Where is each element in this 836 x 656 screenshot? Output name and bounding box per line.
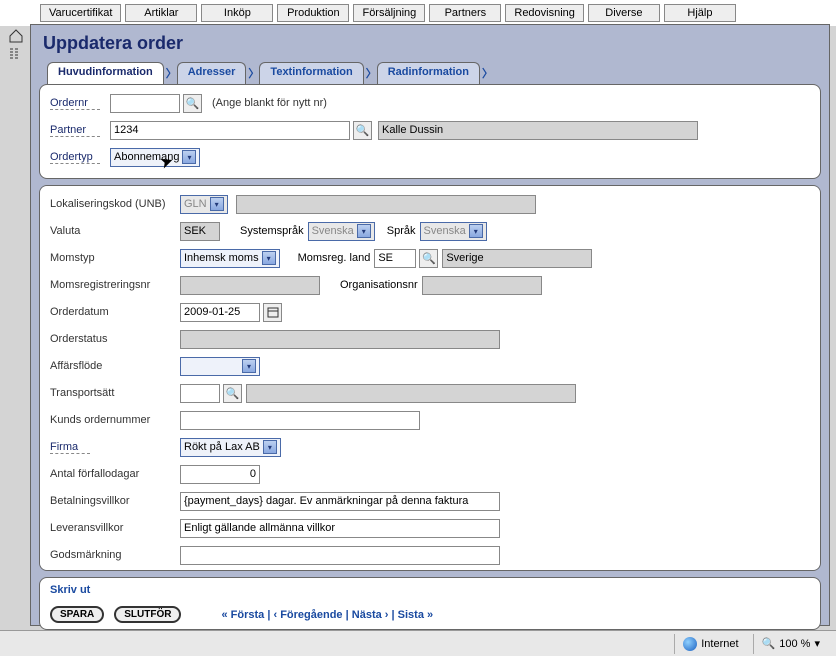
partner-input[interactable] xyxy=(110,121,350,140)
label-antal-forfallodagar: Antal förfallodagar xyxy=(50,468,180,480)
top-menu: Varucertifikat Artiklar Inköp Produktion… xyxy=(0,0,836,26)
label-affarsflode: Affärsflöde xyxy=(50,360,180,372)
valuta-field: SEK xyxy=(180,222,220,241)
chevron-down-icon: ▾ xyxy=(210,197,224,211)
nav-prev[interactable]: ‹ Föregående xyxy=(273,609,342,621)
momstyp-select[interactable]: Inhemsk moms▾ xyxy=(180,249,280,268)
transportsatt-search-icon[interactable]: 🔍 xyxy=(223,384,242,403)
status-zone-label: Internet xyxy=(701,638,738,650)
label-ordernr: Ordernr xyxy=(50,97,100,110)
menu-forsaljning[interactable]: Försäljning xyxy=(353,4,425,22)
menu-varucertifikat[interactable]: Varucertifikat xyxy=(40,4,121,22)
label-partner: Partner xyxy=(50,124,100,137)
label-momstyp: Momstyp xyxy=(50,252,180,264)
tab-bar: Huvudinformation〉 Adresser〉 Textinformat… xyxy=(31,62,829,84)
page-title: Uppdatera order xyxy=(31,33,829,62)
partner-name-field: Kalle Dussin xyxy=(378,121,698,140)
momsreg-land-search-icon[interactable]: 🔍 xyxy=(419,249,438,268)
label-momsreg-land: Momsreg. land xyxy=(298,252,371,264)
transportsatt-field xyxy=(246,384,576,403)
nav-last[interactable]: Sista » xyxy=(398,609,433,621)
label-orderstatus: Orderstatus xyxy=(50,333,180,345)
orderstatus-field xyxy=(180,330,500,349)
momsreg-land-input[interactable] xyxy=(374,249,416,268)
main-panel: Uppdatera order Huvudinformation〉 Adress… xyxy=(30,24,830,626)
ordertyp-value: Abonnemang xyxy=(114,151,179,163)
orderdatum-input[interactable] xyxy=(180,303,260,322)
nav-first[interactable]: « Första xyxy=(221,609,264,621)
label-kunds-ordernummer: Kunds ordernummer xyxy=(50,414,180,426)
transportsatt-code-input[interactable] xyxy=(180,384,220,403)
ordernr-hint: (Ange blankt för nytt nr) xyxy=(212,97,327,109)
panel-actions: Skriv ut SPARA SLUTFÖR « Första | ‹ Före… xyxy=(39,577,821,630)
chevron-down-icon: ▾ xyxy=(814,637,820,650)
kunds-ordernummer-input[interactable] xyxy=(180,411,420,430)
ordertyp-select[interactable]: Abonnemang▾ xyxy=(110,148,200,167)
label-momsregistreringsnr: Momsregistreringsnr xyxy=(50,279,180,291)
panel-details: Lokaliseringskod (UNB) GLN▾ Valuta SEK S… xyxy=(39,185,821,571)
chevron-down-icon: ▾ xyxy=(182,150,196,164)
affarsflode-select[interactable]: ▾ xyxy=(180,357,260,376)
spara-button[interactable]: SPARA xyxy=(50,606,104,623)
menu-artiklar[interactable]: Artiklar xyxy=(125,4,197,22)
tab-adresser[interactable]: Adresser xyxy=(177,62,247,84)
menu-inkop[interactable]: Inköp xyxy=(201,4,273,22)
list-icon[interactable] xyxy=(8,46,24,62)
panel-header: Ordernr 🔍 (Ange blankt för nytt nr) Part… xyxy=(39,84,821,179)
label-godsmarkning: Godsmärkning xyxy=(50,549,180,561)
slutfor-button[interactable]: SLUTFÖR xyxy=(114,606,181,623)
betalningsvillkor-input[interactable] xyxy=(180,492,500,511)
godsmarkning-input[interactable] xyxy=(180,546,500,565)
partner-search-icon[interactable]: 🔍 xyxy=(353,121,372,140)
momsregistreringsnr-field xyxy=(180,276,320,295)
calendar-icon[interactable] xyxy=(263,303,282,322)
label-ordertyp: Ordertyp xyxy=(50,151,100,164)
menu-produktion[interactable]: Produktion xyxy=(277,4,349,22)
label-transportsatt: Transportsätt xyxy=(50,387,180,399)
record-nav: « Första | ‹ Föregående | Nästa › | Sist… xyxy=(221,609,433,621)
systemsprak-select: Svenska▾ xyxy=(308,222,375,241)
menu-redovisning[interactable]: Redovisning xyxy=(505,4,584,22)
sprak-select: Svenska▾ xyxy=(420,222,487,241)
label-valuta: Valuta xyxy=(50,225,180,237)
label-sprak: Språk xyxy=(387,225,416,237)
left-icon-bar xyxy=(4,26,28,64)
home-icon[interactable] xyxy=(8,28,24,44)
momsreg-land-name: Sverige xyxy=(442,249,592,268)
lokaliseringskod-field xyxy=(236,195,536,214)
ordernr-input[interactable] xyxy=(110,94,180,113)
nav-next[interactable]: Nästa › xyxy=(352,609,389,621)
label-organisationsnr: Organisationsnr xyxy=(340,279,418,291)
ordernr-search-icon[interactable]: 🔍 xyxy=(183,94,202,113)
tab-huvudinformation[interactable]: Huvudinformation xyxy=(47,62,164,84)
leveransvillkor-input[interactable] xyxy=(180,519,500,538)
menu-hjalp[interactable]: Hjälp xyxy=(664,4,736,22)
status-bar: Internet 🔍 100 % ▾ xyxy=(0,630,836,656)
tab-textinformation[interactable]: Textinformation xyxy=(259,62,363,84)
globe-icon xyxy=(683,637,697,651)
zoom-icon: 🔍 xyxy=(762,637,776,650)
antal-forfallodagar-input[interactable] xyxy=(180,465,260,484)
label-betalningsvillkor: Betalningsvillkor xyxy=(50,495,180,507)
tab-radinformation[interactable]: Radinformation xyxy=(377,62,480,84)
label-orderdatum: Orderdatum xyxy=(50,306,180,318)
label-firma: Firma xyxy=(50,441,90,454)
skriv-ut-link[interactable]: Skriv ut xyxy=(50,584,810,596)
label-leveransvillkor: Leveransvillkor xyxy=(50,522,180,534)
status-zoom[interactable]: 🔍 100 % ▾ xyxy=(753,634,828,654)
menu-diverse[interactable]: Diverse xyxy=(588,4,660,22)
label-lokaliseringskod: Lokaliseringskod (UNB) xyxy=(50,198,180,210)
firma-select[interactable]: Rökt på Lax AB▾ xyxy=(180,438,281,457)
organisationsnr-field xyxy=(422,276,542,295)
label-systemsprak: Systemspråk xyxy=(240,225,304,237)
status-internet-zone: Internet xyxy=(674,634,746,654)
lokaliseringskod-type-select: GLN▾ xyxy=(180,195,228,214)
zoom-value: 100 % xyxy=(779,638,810,650)
menu-partners[interactable]: Partners xyxy=(429,4,501,22)
